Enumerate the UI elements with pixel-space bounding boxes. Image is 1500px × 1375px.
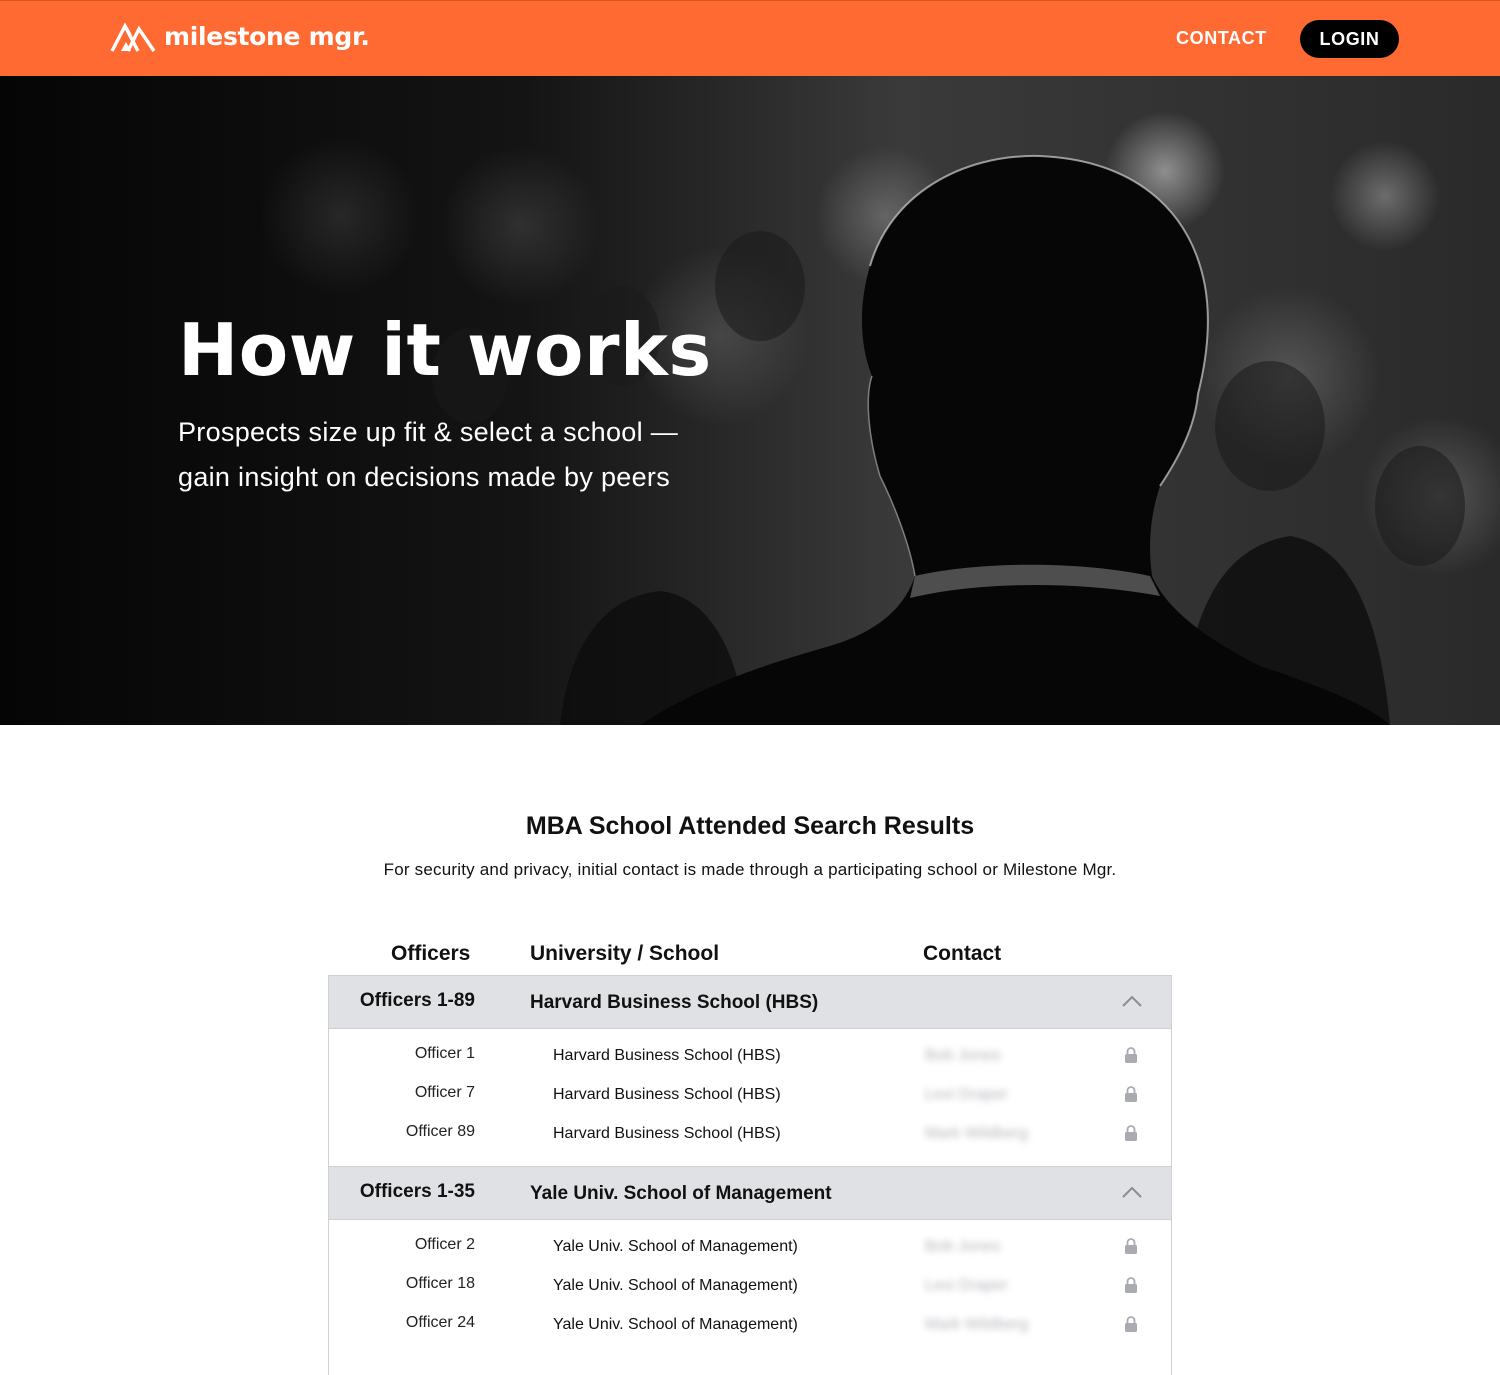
officer-school: Harvard Business School (HBS) <box>553 1047 781 1064</box>
officer-school: Harvard Business School (HBS) <box>553 1125 781 1142</box>
contact-name-blurred: Mark Wildberg <box>925 1125 1029 1142</box>
group-officers-range: Officers 1-89 <box>359 990 475 1011</box>
column-header-contact: Contact <box>923 942 1002 965</box>
lock-icon[interactable] <box>1124 1277 1138 1293</box>
officer-name: Officer 24 <box>405 1314 475 1331</box>
top-navbar: milestone mgr. CONTACT LOGIN <box>0 0 1500 76</box>
table-row: Officer 7 Harvard Business School (HBS) … <box>329 1072 1171 1111</box>
contact-name-blurred: Lexi Draper <box>925 1277 1008 1294</box>
contact-name-blurred: Bob Jones <box>925 1047 1001 1064</box>
results-table-body: Officers 1-89 Harvard Business School (H… <box>328 975 1172 1375</box>
hero-background-photo <box>432 154 1465 725</box>
lock-icon[interactable] <box>1124 1086 1138 1102</box>
group-header-hbs[interactable]: Officers 1-89 Harvard Business School (H… <box>329 976 1171 1029</box>
table-row: Officer 18 Yale Univ. School of Manageme… <box>329 1263 1171 1302</box>
officer-name: Officer 89 <box>405 1123 475 1140</box>
chevron-up-icon[interactable] <box>1121 1185 1143 1199</box>
group-school-name: Yale Univ. School of Management <box>530 1183 832 1204</box>
lock-icon[interactable] <box>1124 1047 1138 1063</box>
officer-name: Officer 7 <box>414 1084 475 1101</box>
lock-icon[interactable] <box>1124 1316 1138 1332</box>
column-header-officers: Officers <box>391 942 471 965</box>
officer-school: Yale Univ. School of Management) <box>553 1316 798 1333</box>
lock-icon[interactable] <box>1124 1125 1138 1141</box>
group-officers-range: Officers 1-35 <box>359 1181 475 1202</box>
officer-name: Officer 1 <box>414 1045 475 1062</box>
results-title: MBA School Attended Search Results <box>525 812 975 840</box>
officer-school: Yale Univ. School of Management) <box>553 1277 798 1294</box>
officer-name: Officer 18 <box>405 1275 475 1292</box>
brand-logo-link[interactable]: milestone mgr. <box>110 19 370 53</box>
mountain-logo-icon <box>110 22 156 52</box>
lock-icon[interactable] <box>1124 1238 1138 1254</box>
login-button[interactable]: LOGIN <box>1300 20 1399 58</box>
hero-subtitle: Prospects size up fit & select a school … <box>178 417 679 492</box>
table-row: Officer 1 Harvard Business School (HBS) … <box>329 1033 1171 1072</box>
officer-school: Harvard Business School (HBS) <box>553 1086 781 1103</box>
officer-name: Officer 2 <box>414 1236 475 1253</box>
chevron-up-icon[interactable] <box>1121 994 1143 1008</box>
officer-school: Yale Univ. School of Management) <box>553 1238 798 1255</box>
group-school-name: Harvard Business School (HBS) <box>530 992 819 1013</box>
hero-banner: How it works Prospects size up fit & sel… <box>0 76 1500 725</box>
table-row: Officer 89 Harvard Business School (HBS)… <box>329 1111 1171 1150</box>
results-privacy-note: For security and privacy, initial contac… <box>383 860 1117 879</box>
results-table: Officers University / School Contact Off… <box>328 940 1172 1375</box>
column-header-school: University / School <box>530 942 720 965</box>
contact-name-blurred: Bob Jones <box>925 1238 1001 1255</box>
table-row: Officer 24 Yale Univ. School of Manageme… <box>329 1302 1171 1341</box>
group-header-yale[interactable]: Officers 1-35 Yale Univ. School of Manag… <box>329 1166 1171 1220</box>
brand-name: milestone mgr. <box>164 21 370 51</box>
contact-name-blurred: Lexi Draper <box>925 1086 1008 1103</box>
contact-name-blurred: Mark Wildberg <box>925 1316 1029 1333</box>
hero-title: How it works <box>178 308 712 392</box>
table-row: Officer 2 Yale Univ. School of Managemen… <box>329 1224 1171 1263</box>
nav-contact-link[interactable]: CONTACT <box>1176 28 1267 49</box>
